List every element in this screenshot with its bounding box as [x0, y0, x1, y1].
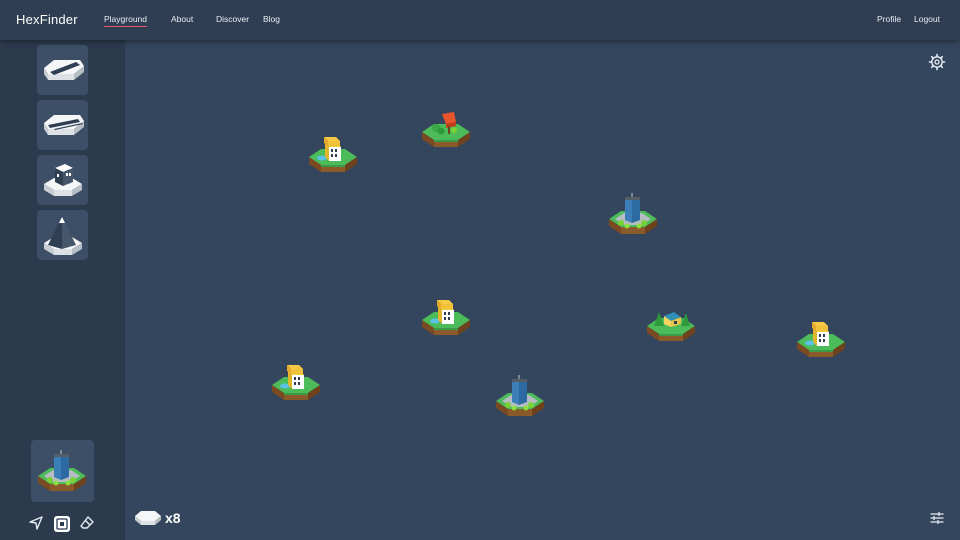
palette-road-straight-button[interactable] [37, 45, 88, 95]
stamp-tool-button[interactable] [53, 515, 71, 533]
hex-tile-house[interactable] [307, 127, 359, 187]
hex-tile-red-tree[interactable] [420, 102, 472, 162]
palette-road-double-button[interactable] [37, 100, 88, 150]
skyscraper-tile-icon [36, 446, 88, 498]
hex-board-canvas[interactable] [125, 40, 960, 540]
palette-building-button[interactable] [37, 155, 88, 205]
settings-button[interactable] [928, 53, 946, 71]
pointer-tool-button[interactable] [28, 515, 46, 533]
hex-tile-skyscraper[interactable] [494, 362, 546, 432]
road-tile-icon [40, 48, 85, 93]
adjustments-button[interactable] [929, 510, 945, 526]
gear-icon [928, 53, 946, 71]
nav-discover[interactable]: Discover [216, 14, 249, 24]
nav-about[interactable]: About [171, 14, 193, 24]
hex-tile-skyscraper[interactable] [607, 180, 659, 250]
double-road-tile-icon [40, 103, 85, 148]
tiles-remaining-count: x8 [165, 510, 181, 526]
stamp-icon [54, 516, 70, 532]
mountain-tile-icon [40, 213, 85, 258]
selected-tile-preview [31, 440, 94, 502]
top-navbar: HexFinder Playground About Discover Blog… [0, 0, 960, 40]
eraser-icon [80, 516, 94, 529]
palette-mountain-button[interactable] [37, 210, 88, 260]
tile-counter: x8 [134, 509, 181, 527]
nav-profile[interactable]: Profile [877, 14, 901, 24]
building-tile-icon [40, 158, 85, 203]
hex-tile-icon [135, 511, 161, 525]
eraser-tool-button[interactable] [79, 515, 97, 533]
hex-tile-bungalow[interactable] [645, 300, 697, 352]
brand-logo[interactable]: HexFinder [16, 12, 78, 27]
hex-tile-house[interactable] [270, 355, 322, 415]
nav-logout[interactable]: Logout [914, 14, 940, 24]
nav-playground[interactable]: Playground [104, 14, 148, 27]
hex-tile-house[interactable] [795, 312, 847, 372]
tile-palette-sidebar [0, 40, 125, 540]
nav-blog[interactable]: Blog [263, 14, 280, 24]
sliders-icon [930, 511, 944, 525]
hex-tile-house[interactable] [420, 290, 472, 350]
navigation-arrow-icon [29, 516, 43, 530]
